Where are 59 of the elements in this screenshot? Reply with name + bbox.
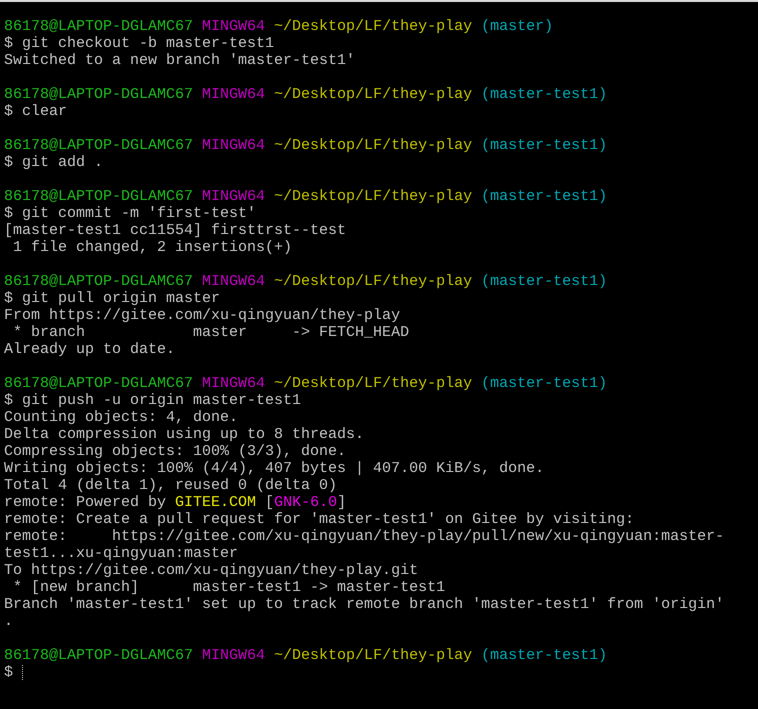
- terminal-line: Branch 'master-test1' set up to track remote branch 'master-test1' from 'origin': [4, 596, 724, 613]
- prompt-branch: (master-test1): [481, 273, 608, 290]
- terminal-line: $ git pull origin master: [4, 290, 220, 307]
- prompt-user-host: 86178@LAPTOP-DGLAMC67: [4, 273, 194, 290]
- terminal-line: test1...xu-qingyuan:master: [4, 545, 238, 562]
- terminal-text: [: [264, 494, 274, 511]
- terminal-line: 1 file changed, 2 insertions(+): [12, 239, 292, 256]
- terminal-line: Counting objects: 4, done.: [4, 409, 238, 426]
- terminal-line: Compressing objects: 100% (3/3), done.: [4, 443, 346, 460]
- terminal-line: $ clear: [4, 103, 68, 120]
- text-cursor: [22, 665, 24, 680]
- prompt-shell-name: MINGW64: [202, 86, 266, 103]
- prompt-user-host: 86178@LAPTOP-DGLAMC67: [4, 375, 194, 392]
- prompt-path: ~/Desktop/LF/they-play: [274, 137, 472, 154]
- terminal-text: ]: [337, 494, 346, 511]
- terminal-line: Already up to date.: [4, 341, 176, 358]
- prompt-path: ~/Desktop/LF/they-play: [274, 375, 472, 392]
- terminal-line: [master-test1 cc11554] firsttrst--test: [4, 222, 346, 239]
- prompt-branch: (master-test1): [481, 137, 608, 154]
- prompt-branch: (master-test1): [481, 375, 608, 392]
- prompt-path: ~/Desktop/LF/they-play: [274, 647, 472, 664]
- terminal-line: Total 4 (delta 1), reused 0 (delta 0): [4, 477, 338, 494]
- prompt-branch: (master-test1): [481, 86, 608, 103]
- terminal-line: remote: Create a pull request for 'master-test1' on Gitee by visiting:: [4, 511, 634, 528]
- terminal-line: Writing objects: 100% (4/4), 407 bytes | 407.00 KiB/s, done.: [4, 460, 544, 477]
- prompt-shell-name: MINGW64: [202, 18, 266, 35]
- terminal-line: * [new branch] master-test1 -> master-test1: [12, 579, 446, 596]
- prompt-shell-name: MINGW64: [202, 647, 266, 664]
- prompt-user-host: 86178@LAPTOP-DGLAMC67: [4, 137, 194, 154]
- prompt-symbol: $: [4, 664, 14, 681]
- terminal-line: .: [4, 613, 14, 630]
- prompt-branch: (master-test1): [481, 647, 608, 664]
- prompt-path: ~/Desktop/LF/they-play: [274, 86, 472, 103]
- prompt-branch: (master): [481, 18, 554, 35]
- prompt-user-host: 86178@LAPTOP-DGLAMC67: [4, 647, 194, 664]
- terminal-line: $ git checkout -b master-test1: [4, 35, 274, 52]
- prompt-path: ~/Desktop/LF/they-play: [274, 273, 472, 290]
- prompt-shell-name: MINGW64: [202, 137, 266, 154]
- highlighted-text: GNK-6.0: [274, 494, 338, 511]
- prompt-path: ~/Desktop/LF/they-play: [274, 18, 472, 35]
- highlighted-text: GITEE.COM: [175, 494, 256, 511]
- prompt-user-host: 86178@LAPTOP-DGLAMC67: [4, 86, 194, 103]
- prompt-path: ~/Desktop/LF/they-play: [274, 188, 472, 205]
- prompt-shell-name: MINGW64: [202, 188, 266, 205]
- prompt-branch: (master-test1): [481, 188, 608, 205]
- terminal-line: remote: https://gitee.com/xu-qingyuan/they-play/pull/new/xu-qingyuan:master-: [4, 528, 724, 545]
- terminal-line: Switched to a new branch 'master-test1': [4, 52, 356, 69]
- prompt-shell-name: MINGW64: [202, 273, 266, 290]
- terminal-line: To https://gitee.com/xu-qingyuan/they-play.git: [4, 562, 418, 579]
- terminal-line: $ git commit -m 'first-test': [4, 205, 256, 222]
- terminal-line: $ git push -u origin master-test1: [4, 392, 302, 409]
- terminal-line: From https://gitee.com/xu-qingyuan/they-play: [4, 307, 400, 324]
- prompt-shell-name: MINGW64: [202, 375, 266, 392]
- terminal-line: $ git add .: [4, 154, 104, 171]
- terminal-text: remote: Powered by: [4, 494, 168, 511]
- prompt-user-host: 86178@LAPTOP-DGLAMC67: [4, 188, 194, 205]
- prompt-user-host: 86178@LAPTOP-DGLAMC67: [4, 18, 194, 35]
- terminal-line: Delta compression using up to 8 threads.: [4, 426, 364, 443]
- terminal-line: * branch master -> FETCH_HEAD: [12, 324, 410, 341]
